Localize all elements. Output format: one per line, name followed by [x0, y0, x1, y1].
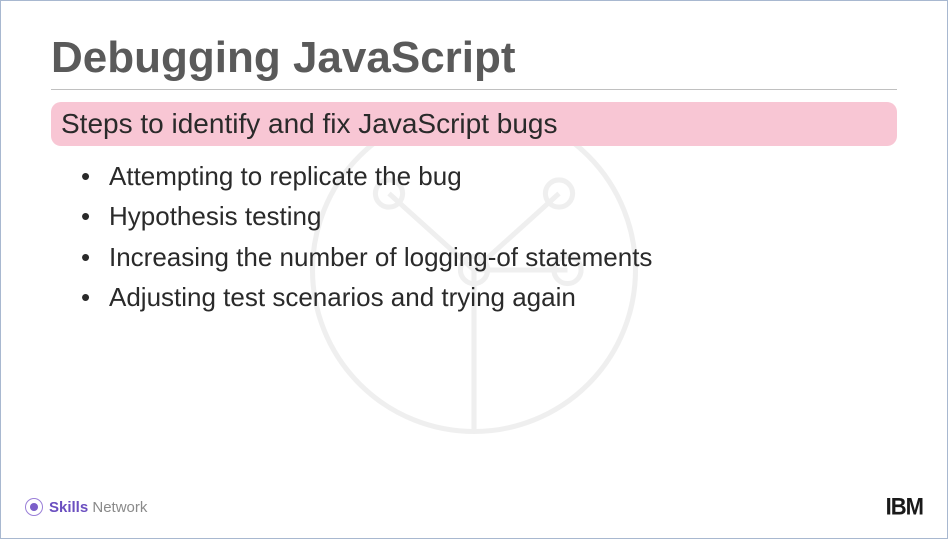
content-area: Debugging JavaScript Steps to identify a… — [51, 33, 897, 317]
slide-title: Debugging JavaScript — [51, 33, 897, 90]
list-item: Adjusting test scenarios and trying agai… — [109, 277, 897, 317]
slide-subtitle: Steps to identify and fix JavaScript bug… — [51, 102, 897, 146]
footer: Skills Network IBM — [1, 494, 947, 520]
list-item: Attempting to replicate the bug — [109, 156, 897, 196]
slide: Debugging JavaScript Steps to identify a… — [1, 1, 947, 538]
skills-network-logo: Skills Network — [25, 498, 147, 516]
list-item: Increasing the number of logging-of stat… — [109, 237, 897, 277]
skills-network-text: Skills Network — [49, 499, 147, 516]
bullet-list: Attempting to replicate the bug Hypothes… — [51, 156, 897, 317]
skills-network-icon — [25, 498, 43, 516]
ibm-logo: IBM — [886, 493, 923, 522]
list-item: Hypothesis testing — [109, 196, 897, 236]
